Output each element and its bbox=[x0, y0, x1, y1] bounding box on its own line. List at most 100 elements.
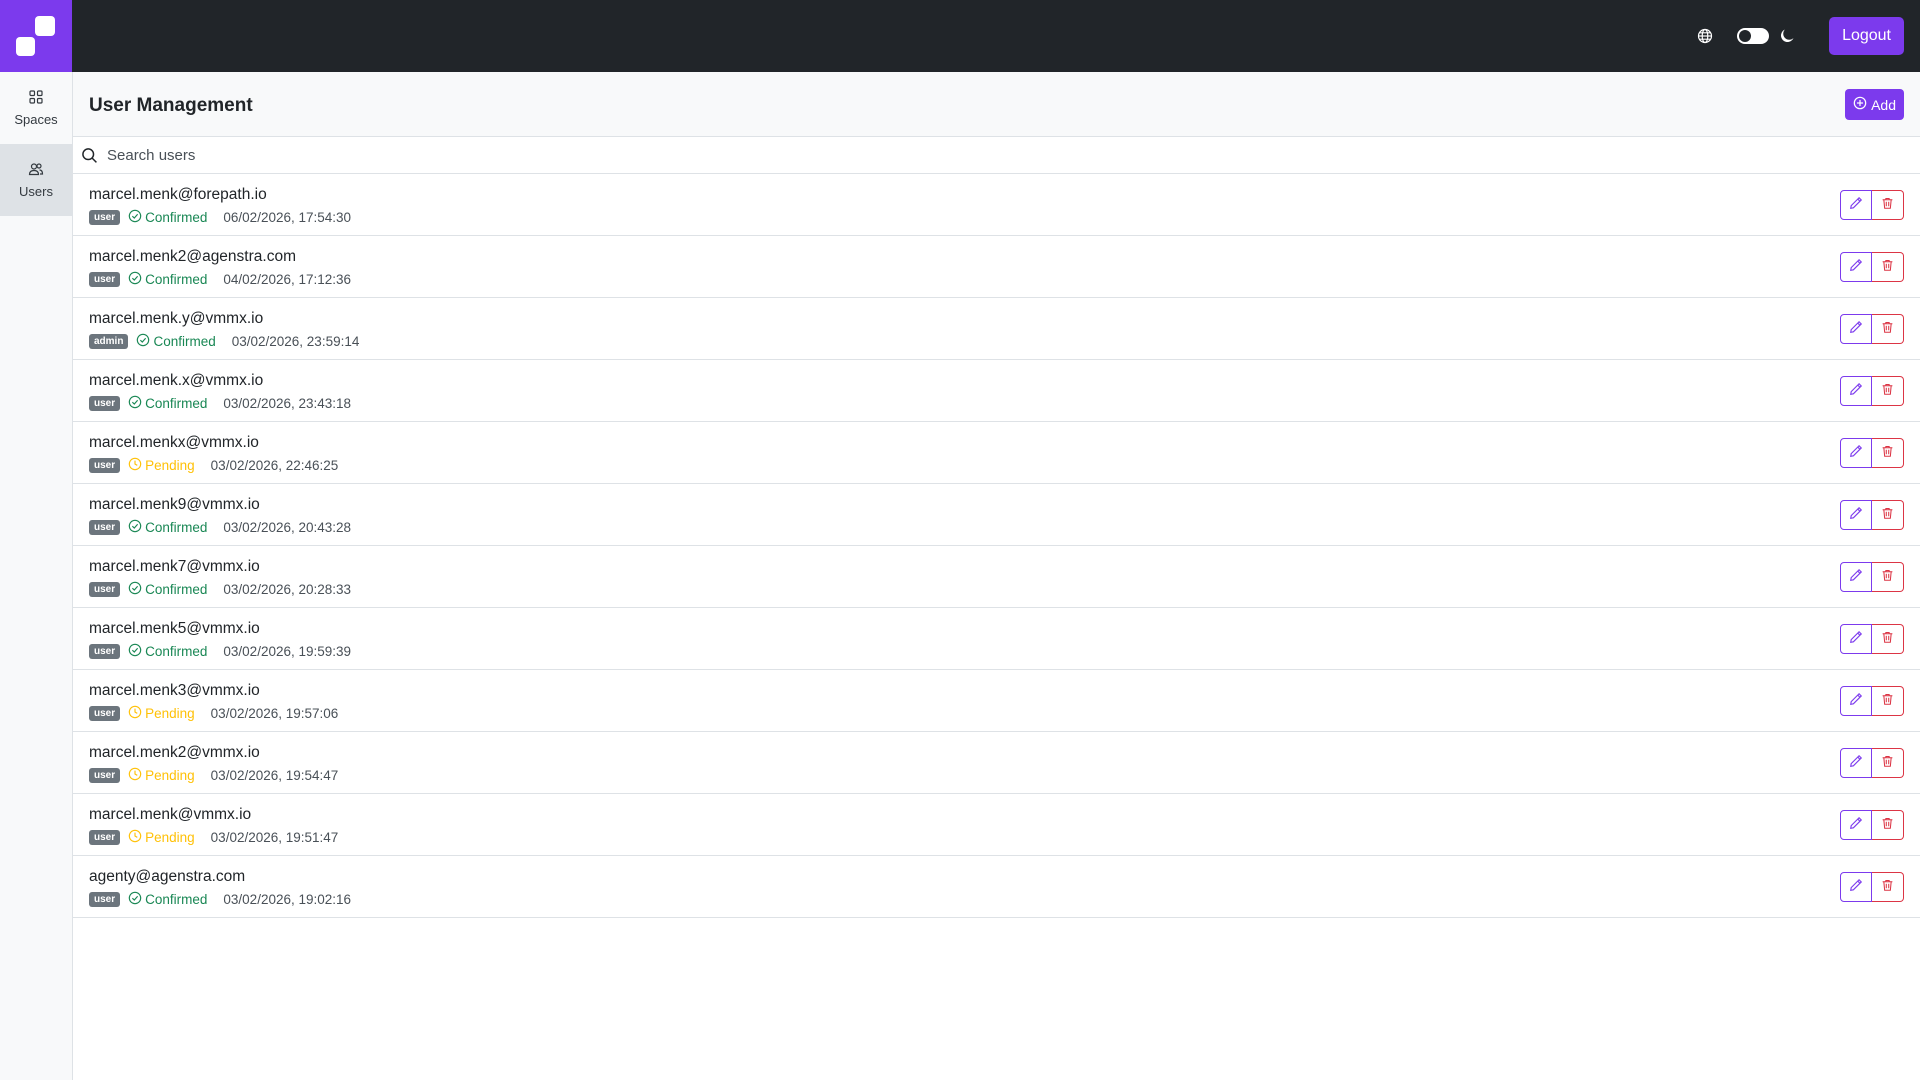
user-email: marcel.menk3@vmmx.io bbox=[89, 682, 260, 699]
clock-icon bbox=[128, 767, 142, 784]
delete-user-button[interactable] bbox=[1872, 252, 1904, 282]
user-meta: user Confirmed 03/02/2026, 23:43:18 bbox=[89, 395, 351, 412]
sidebar-item-users[interactable]: Users bbox=[0, 144, 72, 216]
users-icon bbox=[28, 161, 44, 180]
dark-mode-switch[interactable] bbox=[1737, 28, 1770, 44]
edit-user-button[interactable] bbox=[1840, 190, 1872, 220]
trash-icon bbox=[1881, 258, 1894, 277]
delete-user-button[interactable] bbox=[1872, 872, 1904, 902]
check-circle-icon bbox=[128, 395, 142, 412]
grid-icon bbox=[28, 89, 44, 108]
edit-user-button[interactable] bbox=[1840, 562, 1872, 592]
user-timestamp: 06/02/2026, 17:54:30 bbox=[223, 210, 352, 225]
user-email: marcel.menk5@vmmx.io bbox=[89, 620, 260, 637]
status-text: Pending bbox=[145, 768, 195, 783]
user-email: marcel.menkx@vmmx.io bbox=[89, 434, 259, 451]
sidebar-item-spaces[interactable]: Spaces bbox=[0, 72, 72, 144]
row-actions bbox=[1840, 438, 1904, 468]
row-actions bbox=[1840, 252, 1904, 282]
delete-user-button[interactable] bbox=[1872, 810, 1904, 840]
edit-user-button[interactable] bbox=[1840, 376, 1872, 406]
delete-user-button[interactable] bbox=[1872, 624, 1904, 654]
status-text: Confirmed bbox=[145, 396, 208, 411]
check-circle-icon bbox=[128, 519, 142, 536]
edit-user-button[interactable] bbox=[1840, 872, 1872, 902]
page-title: User Management bbox=[89, 95, 253, 116]
user-row: marcel.menk3@vmmx.io user Pending 03/02/… bbox=[73, 670, 1920, 732]
user-email: marcel.menk@forepath.io bbox=[89, 186, 267, 203]
user-email: marcel.menk9@vmmx.io bbox=[89, 496, 260, 513]
status-indicator: Confirmed bbox=[128, 395, 207, 412]
status-text: Confirmed bbox=[145, 582, 208, 597]
delete-user-button[interactable] bbox=[1872, 190, 1904, 220]
user-email: marcel.menk2@vmmx.io bbox=[89, 744, 260, 761]
pencil-icon bbox=[1849, 382, 1863, 401]
role-badge: user bbox=[89, 396, 121, 411]
delete-user-button[interactable] bbox=[1872, 748, 1904, 778]
pencil-icon bbox=[1849, 692, 1863, 711]
pencil-icon bbox=[1849, 754, 1863, 773]
pencil-icon bbox=[1849, 444, 1863, 463]
delete-user-button[interactable] bbox=[1872, 376, 1904, 406]
edit-user-button[interactable] bbox=[1840, 686, 1872, 716]
user-email: marcel.menk@vmmx.io bbox=[89, 806, 252, 823]
user-row: marcel.menk.x@vmmx.io user Confirmed 03/… bbox=[73, 360, 1920, 422]
status-indicator: Confirmed bbox=[128, 891, 207, 908]
logout-button[interactable]: Logout bbox=[1829, 17, 1904, 55]
main-content: User Management Add marcel.menk@forepath… bbox=[73, 72, 1920, 1080]
edit-user-button[interactable] bbox=[1840, 500, 1872, 530]
edit-user-button[interactable] bbox=[1840, 252, 1872, 282]
edit-user-button[interactable] bbox=[1840, 314, 1872, 344]
pencil-icon bbox=[1849, 568, 1863, 587]
status-indicator: Confirmed bbox=[128, 643, 207, 660]
status-indicator: Confirmed bbox=[136, 333, 216, 350]
plus-circle-icon bbox=[1853, 96, 1867, 113]
status-indicator: Pending bbox=[128, 705, 195, 722]
status-indicator: Confirmed bbox=[128, 581, 207, 598]
user-email: marcel.menk.y@vmmx.io bbox=[89, 310, 264, 327]
edit-user-button[interactable] bbox=[1840, 810, 1872, 840]
delete-user-button[interactable] bbox=[1872, 438, 1904, 468]
role-badge: user bbox=[89, 458, 121, 473]
edit-user-button[interactable] bbox=[1840, 624, 1872, 654]
delete-user-button[interactable] bbox=[1872, 314, 1904, 344]
user-meta: user Confirmed 03/02/2026, 20:43:28 bbox=[89, 519, 351, 536]
trash-icon bbox=[1881, 568, 1894, 587]
status-text: Confirmed bbox=[145, 520, 208, 535]
app-logo[interactable] bbox=[0, 0, 72, 72]
user-meta: user Confirmed 03/02/2026, 19:59:39 bbox=[89, 643, 351, 660]
search-bar bbox=[73, 137, 1920, 174]
search-input[interactable] bbox=[73, 137, 1920, 173]
status-text: Confirmed bbox=[145, 272, 208, 287]
status-indicator: Pending bbox=[128, 829, 195, 846]
sidebar: Spaces Users bbox=[0, 72, 73, 1080]
user-timestamp: 03/02/2026, 23:43:18 bbox=[223, 396, 352, 411]
clock-icon bbox=[128, 705, 142, 722]
logo-square-top bbox=[35, 16, 55, 36]
user-meta: user Confirmed 03/02/2026, 19:02:16 bbox=[89, 891, 351, 908]
pencil-icon bbox=[1849, 816, 1863, 835]
delete-user-button[interactable] bbox=[1872, 562, 1904, 592]
user-email: marcel.menk2@agenstra.com bbox=[89, 248, 296, 265]
theme-toggle bbox=[1737, 24, 1799, 48]
pencil-icon bbox=[1849, 506, 1863, 525]
globe-icon[interactable] bbox=[1693, 24, 1717, 48]
status-text: Confirmed bbox=[145, 210, 208, 225]
delete-user-button[interactable] bbox=[1872, 500, 1904, 530]
row-actions bbox=[1840, 562, 1904, 592]
delete-user-button[interactable] bbox=[1872, 686, 1904, 716]
user-timestamp: 03/02/2026, 19:02:16 bbox=[223, 892, 352, 907]
role-badge: user bbox=[89, 830, 121, 845]
status-text: Pending bbox=[145, 458, 195, 473]
user-meta: admin Confirmed 03/02/2026, 23:59:14 bbox=[89, 333, 359, 350]
trash-icon bbox=[1881, 382, 1894, 401]
check-circle-icon bbox=[128, 643, 142, 660]
row-actions bbox=[1840, 314, 1904, 344]
edit-user-button[interactable] bbox=[1840, 748, 1872, 778]
user-timestamp: 04/02/2026, 17:12:36 bbox=[223, 272, 352, 287]
edit-user-button[interactable] bbox=[1840, 438, 1872, 468]
row-actions bbox=[1840, 624, 1904, 654]
add-user-button[interactable]: Add bbox=[1845, 89, 1904, 120]
row-actions bbox=[1840, 686, 1904, 716]
status-text: Pending bbox=[145, 706, 195, 721]
